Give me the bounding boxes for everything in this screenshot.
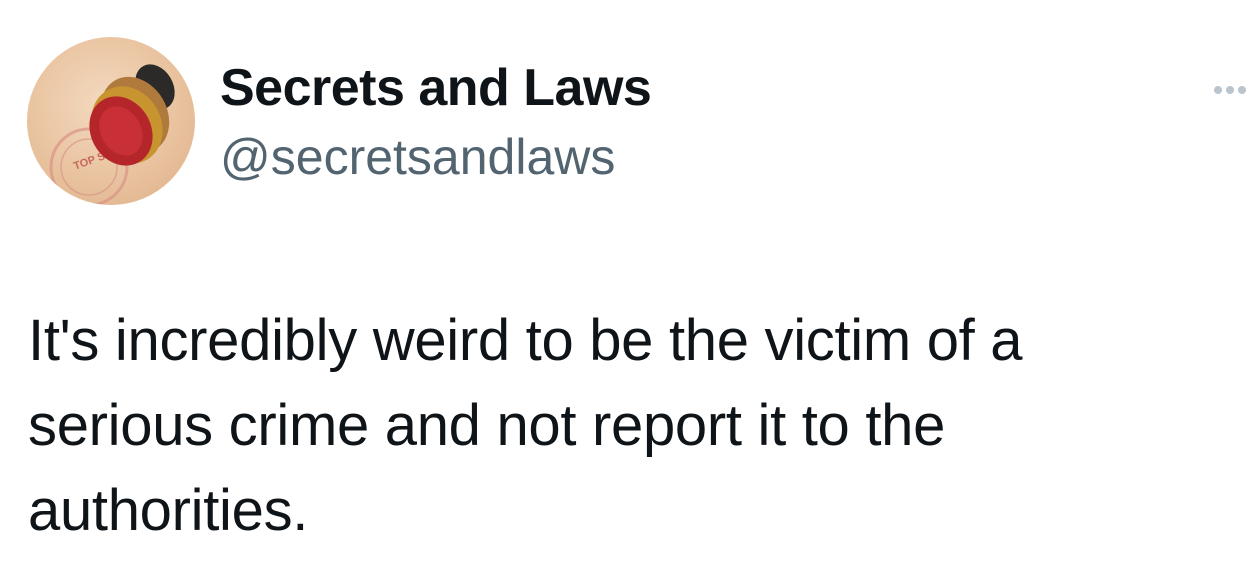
more-dot <box>1238 86 1246 94</box>
avatar[interactable]: TOP SECRET <box>27 37 195 205</box>
top-secret-stamp-icon: TOP SECRET <box>49 64 175 205</box>
display-name[interactable]: Secrets and Laws <box>220 58 652 118</box>
more-dot <box>1226 86 1234 94</box>
tweet-card: TOP SECRET Secrets and Laws @secretsandl… <box>0 0 1249 571</box>
tweet-text: It's incredibly weird to be the victim o… <box>28 308 1023 543</box>
more-dot <box>1214 86 1222 94</box>
user-handle[interactable]: @secretsandlaws <box>220 127 615 187</box>
more-horizontal-icon[interactable] <box>1212 80 1249 100</box>
